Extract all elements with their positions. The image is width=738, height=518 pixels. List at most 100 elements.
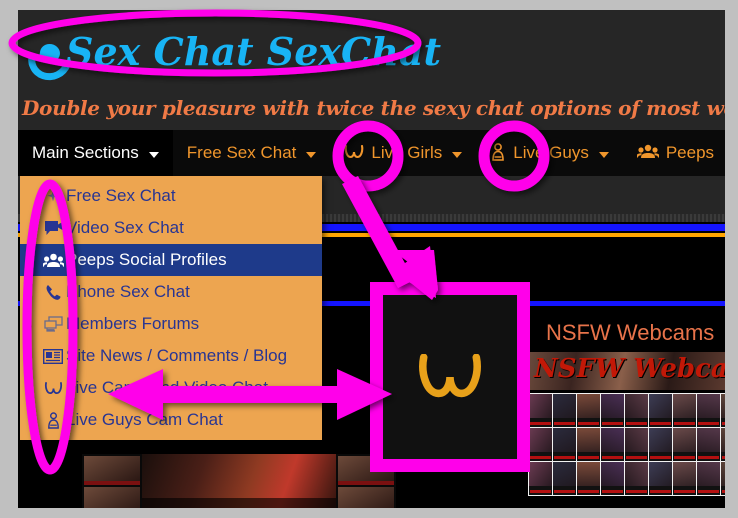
nav-item-peeps[interactable]: Peeps [623, 130, 725, 176]
menu-item-live-cams-video-chat[interactable]: Live Cams and Video Chat [20, 372, 322, 404]
menu-label: Site News / Comments / Blog [66, 346, 288, 365]
thumbnail-item[interactable] [84, 487, 140, 508]
webcam-thumbnail-caption [553, 418, 576, 427]
nav-item-live-girls[interactable]: Live Girls [330, 130, 476, 176]
web-page: Sex Chat SexChat Double your pleasure wi… [18, 10, 725, 508]
webcam-thumbnail-caption [601, 486, 624, 495]
menu-item-site-news[interactable]: Site News / Comments / Blog [20, 340, 322, 372]
menu-item-members-forums[interactable]: Members Forums [20, 308, 322, 340]
webcam-thumbnail-caption [697, 418, 720, 427]
menu-label: Live Cams and Video Chat [66, 378, 268, 397]
menu-item-peeps-social-profiles[interactable]: Peeps Social Profiles [20, 244, 322, 276]
thumbnail-column-left[interactable] [82, 454, 142, 508]
nsfw-webcams-title: NSFW Webcams [546, 320, 715, 345]
webcam-thumbnail-caption [601, 452, 624, 461]
webcam-thumbnail[interactable] [625, 462, 648, 495]
webcam-thumbnail[interactable] [577, 428, 600, 461]
phone-icon [40, 284, 66, 301]
thumbnail-item[interactable] [84, 456, 140, 485]
chat-bubble-logo-icon [21, 30, 79, 88]
menu-label: Phone Sex Chat [66, 282, 190, 301]
menu-label: Free Sex Chat [66, 186, 176, 205]
webcam-thumbnail[interactable] [553, 462, 576, 495]
webcam-thumbnail[interactable] [697, 462, 720, 495]
webcam-thumbnail[interactable] [649, 462, 672, 495]
webcam-thumbnail-caption [625, 418, 648, 427]
webcam-thumbnail[interactable] [601, 428, 624, 461]
webcam-thumbnail-caption [577, 452, 600, 461]
webcam-thumbnail-caption [625, 452, 648, 461]
menu-label: Members Forums [66, 314, 200, 333]
video-caption-overlay [142, 498, 336, 508]
webcam-thumbnail-caption [649, 452, 672, 461]
newspaper-icon [40, 348, 66, 364]
people-group-icon [635, 144, 660, 162]
webcam-thumbnail[interactable] [625, 394, 648, 427]
nav-item-free-sex-chat[interactable]: Free Sex Chat [173, 130, 331, 176]
webcam-thumbnail-caption [673, 486, 696, 495]
nav-label-main-sections: Main Sections [32, 143, 139, 162]
webcam-thumbnail-caption [625, 486, 648, 495]
webcam-thumbnail[interactable] [553, 394, 576, 427]
webcam-thumbnail-caption [697, 486, 720, 495]
thumbnail-item[interactable] [338, 487, 394, 508]
webcam-thumbnail[interactable] [529, 462, 552, 495]
webcam-thumbnail-grid[interactable] [528, 393, 725, 496]
menu-item-video-sex-chat[interactable]: Video Sex Chat [20, 212, 322, 244]
male-torso-icon [490, 142, 506, 164]
webcam-thumbnail[interactable] [673, 462, 696, 495]
menu-item-free-sex-chat[interactable]: Free Sex Chat [20, 180, 322, 212]
webcam-thumbnail[interactable] [697, 428, 720, 461]
featured-video-preview[interactable] [142, 454, 336, 508]
site-logo[interactable]: Sex Chat SexChat [21, 24, 441, 88]
menu-label: Peeps Social Profiles [66, 250, 227, 269]
chevron-down-icon [148, 151, 159, 158]
webcam-thumbnail[interactable] [721, 428, 725, 461]
menu-label: Video Sex Chat [66, 218, 184, 237]
menu-item-live-guys-cam-chat[interactable]: Live Guys Cam Chat [20, 404, 322, 436]
webcam-thumbnail-caption [673, 418, 696, 427]
webcam-thumbnail[interactable] [553, 428, 576, 461]
webcam-thumbnail[interactable] [529, 394, 552, 427]
webcam-thumbnail[interactable] [721, 394, 725, 427]
nsfw-banner-text: NSFW Webcams [534, 354, 725, 384]
video-chat-icon [40, 220, 66, 237]
webcam-thumbnail[interactable] [649, 428, 672, 461]
featured-cam-strip[interactable] [82, 454, 396, 508]
webcam-thumbnail-caption [721, 486, 725, 495]
male-torso-icon [40, 411, 66, 429]
webcam-thumbnail-caption [601, 418, 624, 427]
nav-label-free-sex-chat: Free Sex Chat [186, 143, 297, 162]
webcam-thumbnail[interactable] [577, 394, 600, 427]
webcam-thumbnail-caption [721, 452, 725, 461]
webcam-thumbnail-caption [577, 418, 600, 427]
menu-label: Live Guys Cam Chat [66, 410, 223, 429]
webcam-thumbnail-caption [553, 452, 576, 461]
nav-item-main-sections[interactable]: Main Sections [18, 130, 173, 176]
nav-label-live-guys: Live Guys [513, 143, 589, 162]
chevron-down-icon [306, 151, 317, 158]
webcam-thumbnail[interactable] [601, 462, 624, 495]
webcam-thumbnail[interactable] [625, 428, 648, 461]
menu-item-phone-sex-chat[interactable]: Phone Sex Chat [20, 276, 322, 308]
webcam-thumbnail-caption [529, 486, 552, 495]
webcam-thumbnail-caption [529, 418, 552, 427]
webcam-thumbnail[interactable] [649, 394, 672, 427]
nav-label-live-girls: Live Girls [371, 143, 443, 162]
webcam-thumbnail[interactable] [577, 462, 600, 495]
webcam-thumbnail[interactable] [529, 428, 552, 461]
main-sections-dropdown-menu[interactable]: Free Sex Chat Video Sex Chat Peeps Socia… [20, 176, 322, 440]
nav-item-live-guys[interactable]: Live Guys [476, 130, 623, 176]
nav-label-peeps: Peeps [665, 143, 715, 162]
people-group-icon [40, 253, 66, 268]
webcam-thumbnail[interactable] [697, 394, 720, 427]
nsfw-webcams-panel: NSFW Webcams NSFW Webcams [518, 316, 725, 508]
webcam-thumbnail[interactable] [673, 428, 696, 461]
webcam-thumbnail[interactable] [721, 462, 725, 495]
webcam-thumbnail[interactable] [673, 394, 696, 427]
webcam-thumbnail[interactable] [601, 394, 624, 427]
site-tagline: Double your pleasure with twice the sexy… [22, 96, 725, 120]
breasts-icon [40, 381, 66, 395]
webcam-thumbnail-caption [529, 452, 552, 461]
nsfw-webcams-banner[interactable]: NSFW Webcams [528, 352, 725, 390]
